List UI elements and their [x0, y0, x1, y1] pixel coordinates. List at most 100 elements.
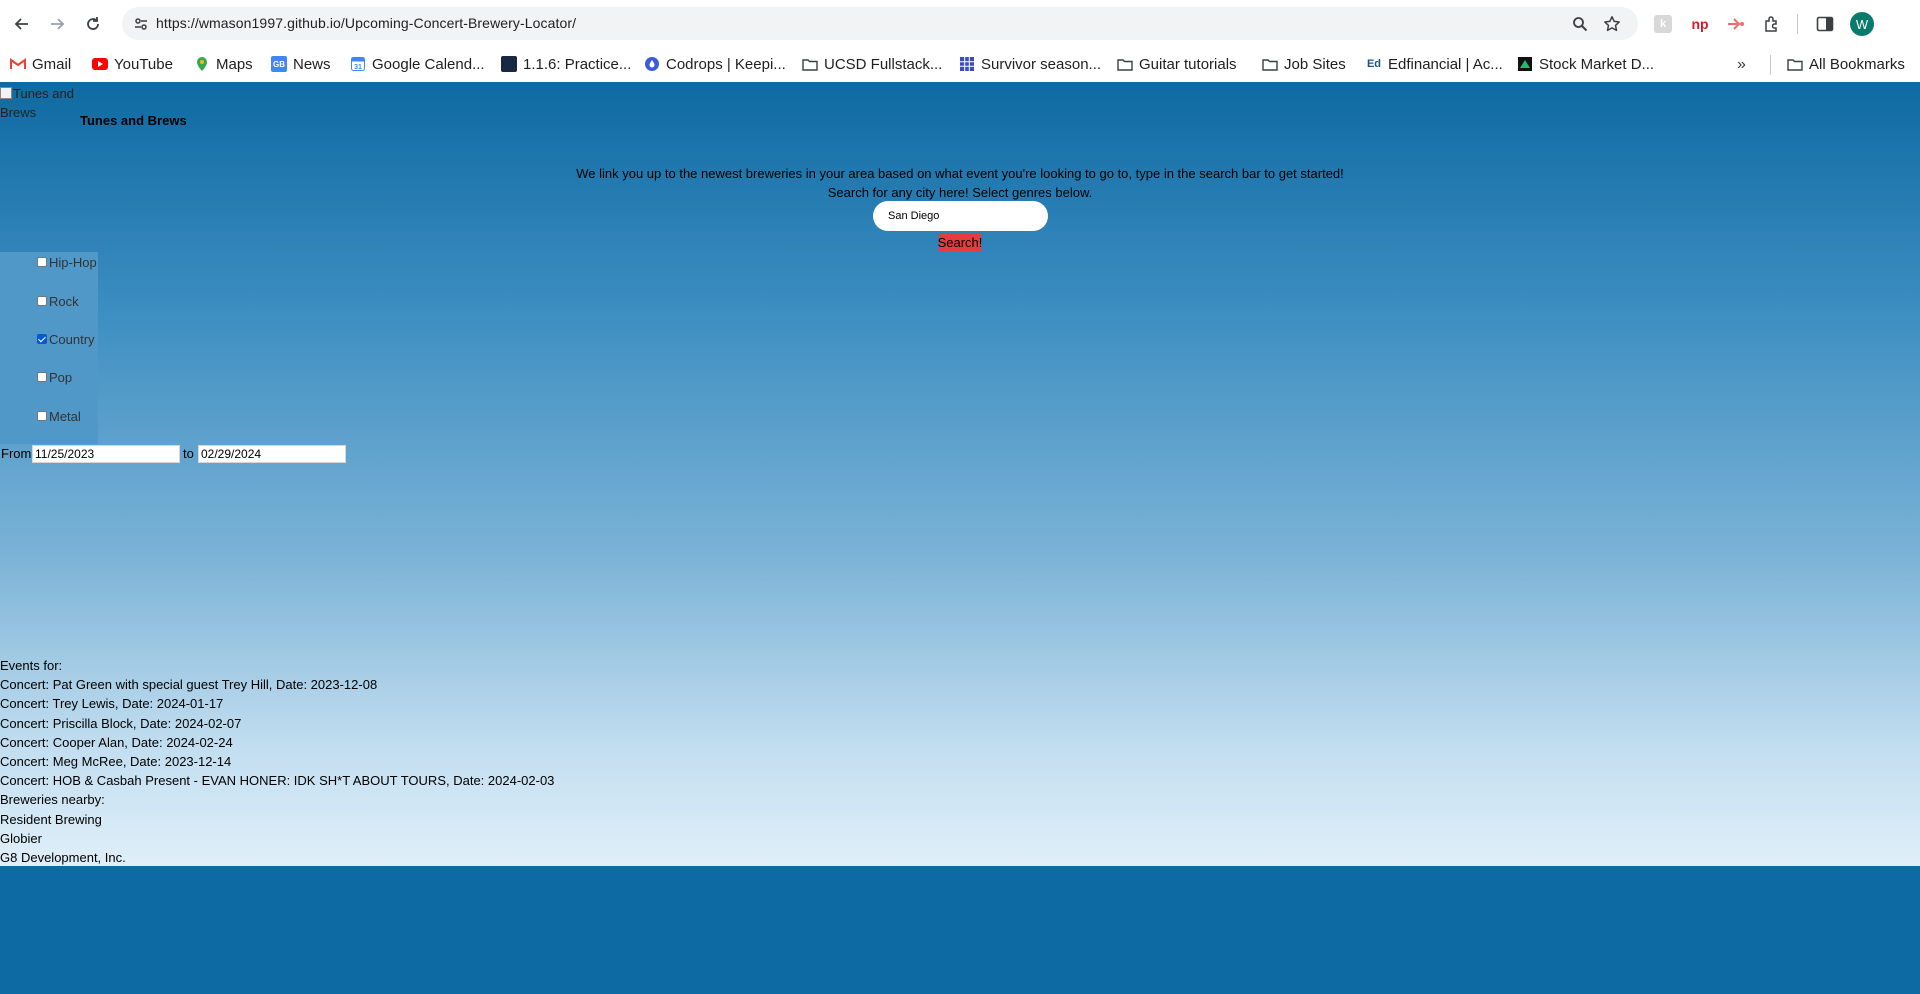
bookmark-news[interactable]: GB News: [271, 52, 331, 76]
news-icon: GB: [271, 56, 287, 72]
genre-checkbox[interactable]: [37, 296, 47, 306]
bookmark-google-calendar[interactable]: 31 Google Calend...: [350, 52, 485, 76]
bookmark-label: Job Sites: [1284, 55, 1346, 73]
all-bookmarks[interactable]: All Bookmarks: [1787, 52, 1905, 76]
results-section: Events for: Concert: Pat Green with spec…: [0, 656, 554, 867]
bookmarks-bar: Gmail YouTube Maps GB News 31 Google Calen…: [0, 48, 1920, 82]
toolbar-divider: [1797, 14, 1798, 34]
bookmark-practice[interactable]: 1.1.6: Practice...: [501, 52, 631, 76]
genre-label: Hip-Hop: [49, 254, 97, 270]
bookmark-codrops[interactable]: Codrops | Keepi...: [644, 52, 786, 76]
bookmark-label: Stock Market D...: [1539, 55, 1655, 73]
profile-avatar[interactable]: W: [1850, 12, 1874, 36]
calendar-icon: 31: [350, 56, 366, 72]
back-arrow-icon[interactable]: [10, 12, 34, 36]
bookmark-ucsd-fullstack[interactable]: UCSD Fullstack...: [802, 52, 942, 76]
folder-icon: [1787, 56, 1803, 72]
bookmark-gmail[interactable]: Gmail: [10, 52, 71, 76]
bookmark-edfinancial[interactable]: Ed Edfinancial | Ac...: [1366, 52, 1503, 76]
bookmark-label: Maps: [216, 55, 253, 73]
page-title: Tunes and Brews: [80, 113, 187, 128]
all-bookmarks-label: All Bookmarks: [1809, 55, 1905, 73]
from-date-input[interactable]: [32, 445, 180, 463]
site-settings-icon[interactable]: [130, 13, 152, 35]
logo-image: Tunes and Brews: [0, 84, 76, 124]
practice-icon: [501, 56, 517, 72]
intro-line-1: We link you up to the newest breweries i…: [576, 166, 1344, 181]
genre-checkbox[interactable]: [37, 257, 47, 267]
event-item: Concert: Cooper Alan, Date: 2024-02-24: [0, 734, 233, 750]
folder-icon: [1117, 56, 1133, 72]
genre-label: Pop: [49, 369, 73, 385]
genre-checkbox[interactable]: [37, 372, 47, 382]
extension-np-icon[interactable]: np: [1688, 12, 1712, 36]
genre-filter-panel: Hip-Hop Rock Country Pop Metal: [0, 252, 98, 444]
genre-label: Rock: [49, 293, 79, 309]
city-search-input[interactable]: [873, 201, 1048, 231]
event-item: Concert: Meg McRee, Date: 2023-12-14: [0, 754, 232, 770]
genre-checkbox[interactable]: [37, 334, 47, 344]
genre-option-country[interactable]: Country: [37, 330, 95, 348]
events-heading: Events for:: [0, 658, 63, 673]
event-item: Concert: HOB & Casbah Present - EVAN HON…: [0, 773, 555, 789]
genre-label: Metal: [49, 408, 81, 424]
bookmark-label: Guitar tutorials: [1139, 55, 1237, 73]
genre-checkbox[interactable]: [37, 411, 47, 421]
edfinancial-icon: Ed: [1366, 58, 1382, 70]
to-label: to: [183, 446, 194, 461]
bookmark-label: Survivor season...: [981, 55, 1102, 73]
reload-icon[interactable]: [81, 12, 105, 36]
brewery-item: Globier: [0, 830, 42, 846]
browser-toolbar: https://wmason1997.github.io/Upcoming-Co…: [0, 0, 1920, 48]
genre-option-metal[interactable]: Metal: [37, 407, 81, 425]
bookmark-guitar-tutorials[interactable]: Guitar tutorials: [1117, 52, 1237, 76]
svg-text:31: 31: [354, 64, 362, 71]
bookmark-label: Google Calend...: [372, 55, 485, 73]
bookmark-stock-market[interactable]: Stock Market D...: [1517, 52, 1654, 76]
grid-icon: [959, 56, 975, 72]
search-button[interactable]: Search!: [938, 233, 982, 251]
bookmark-label: YouTube: [114, 55, 173, 73]
bookmark-label: 1.1.6: Practice...: [523, 55, 632, 73]
side-panel-icon[interactable]: [1813, 12, 1837, 36]
broken-image-icon: [0, 87, 12, 99]
folder-icon: [802, 56, 818, 72]
genre-option-rock[interactable]: Rock: [37, 292, 79, 310]
bookmark-label: UCSD Fullstack...: [824, 55, 943, 73]
breweries-heading: Breweries nearby:: [0, 792, 105, 808]
bookmark-survivor[interactable]: Survivor season...: [959, 52, 1101, 76]
gmail-icon: [10, 56, 26, 72]
bookmark-label: Gmail: [32, 55, 72, 73]
genre-option-hiphop[interactable]: Hip-Hop: [37, 253, 97, 271]
maps-icon: [194, 56, 210, 72]
brewery-item: Resident Brewing: [0, 811, 102, 827]
bookmark-star-icon[interactable]: [1601, 13, 1623, 35]
bookmarks-overflow-chevron-icon[interactable]: »: [1737, 56, 1746, 74]
extension-arrow-icon[interactable]: [1724, 12, 1748, 36]
address-bar[interactable]: https://wmason1997.github.io/Upcoming-Co…: [122, 7, 1638, 40]
url-text[interactable]: https://wmason1997.github.io/Upcoming-Co…: [156, 15, 576, 31]
codrops-icon: [644, 56, 660, 72]
folder-icon: [1262, 56, 1278, 72]
intro-text: We link you up to the newest breweries i…: [0, 164, 1920, 202]
brewery-item: G8 Development, Inc.: [0, 850, 126, 866]
bookmarks-divider: [1770, 55, 1771, 75]
forward-arrow-icon[interactable]: [45, 12, 69, 36]
zoom-icon[interactable]: [1569, 13, 1591, 35]
to-date-input[interactable]: [198, 445, 346, 463]
stock-icon: [1517, 56, 1533, 72]
bookmark-label: Edfinancial | Ac...: [1388, 55, 1503, 73]
bookmark-youtube[interactable]: YouTube: [92, 52, 173, 76]
intro-line-2: Search for any city here! Select genres …: [827, 185, 1093, 200]
event-item: Concert: Trey Lewis, Date: 2024-01-17: [0, 696, 224, 712]
youtube-icon: [92, 56, 108, 72]
genre-option-pop[interactable]: Pop: [37, 368, 72, 386]
from-label: From: [1, 446, 32, 461]
bookmark-maps[interactable]: Maps: [194, 52, 253, 76]
extensions-puzzle-icon[interactable]: [1760, 12, 1784, 36]
extension-k-icon[interactable]: k: [1651, 12, 1675, 36]
bookmark-label: News: [293, 55, 331, 73]
bookmark-job-sites[interactable]: Job Sites: [1262, 52, 1346, 76]
bookmark-label: Codrops | Keepi...: [666, 55, 786, 73]
event-item: Concert: Priscilla Block, Date: 2024-02-…: [0, 715, 242, 731]
